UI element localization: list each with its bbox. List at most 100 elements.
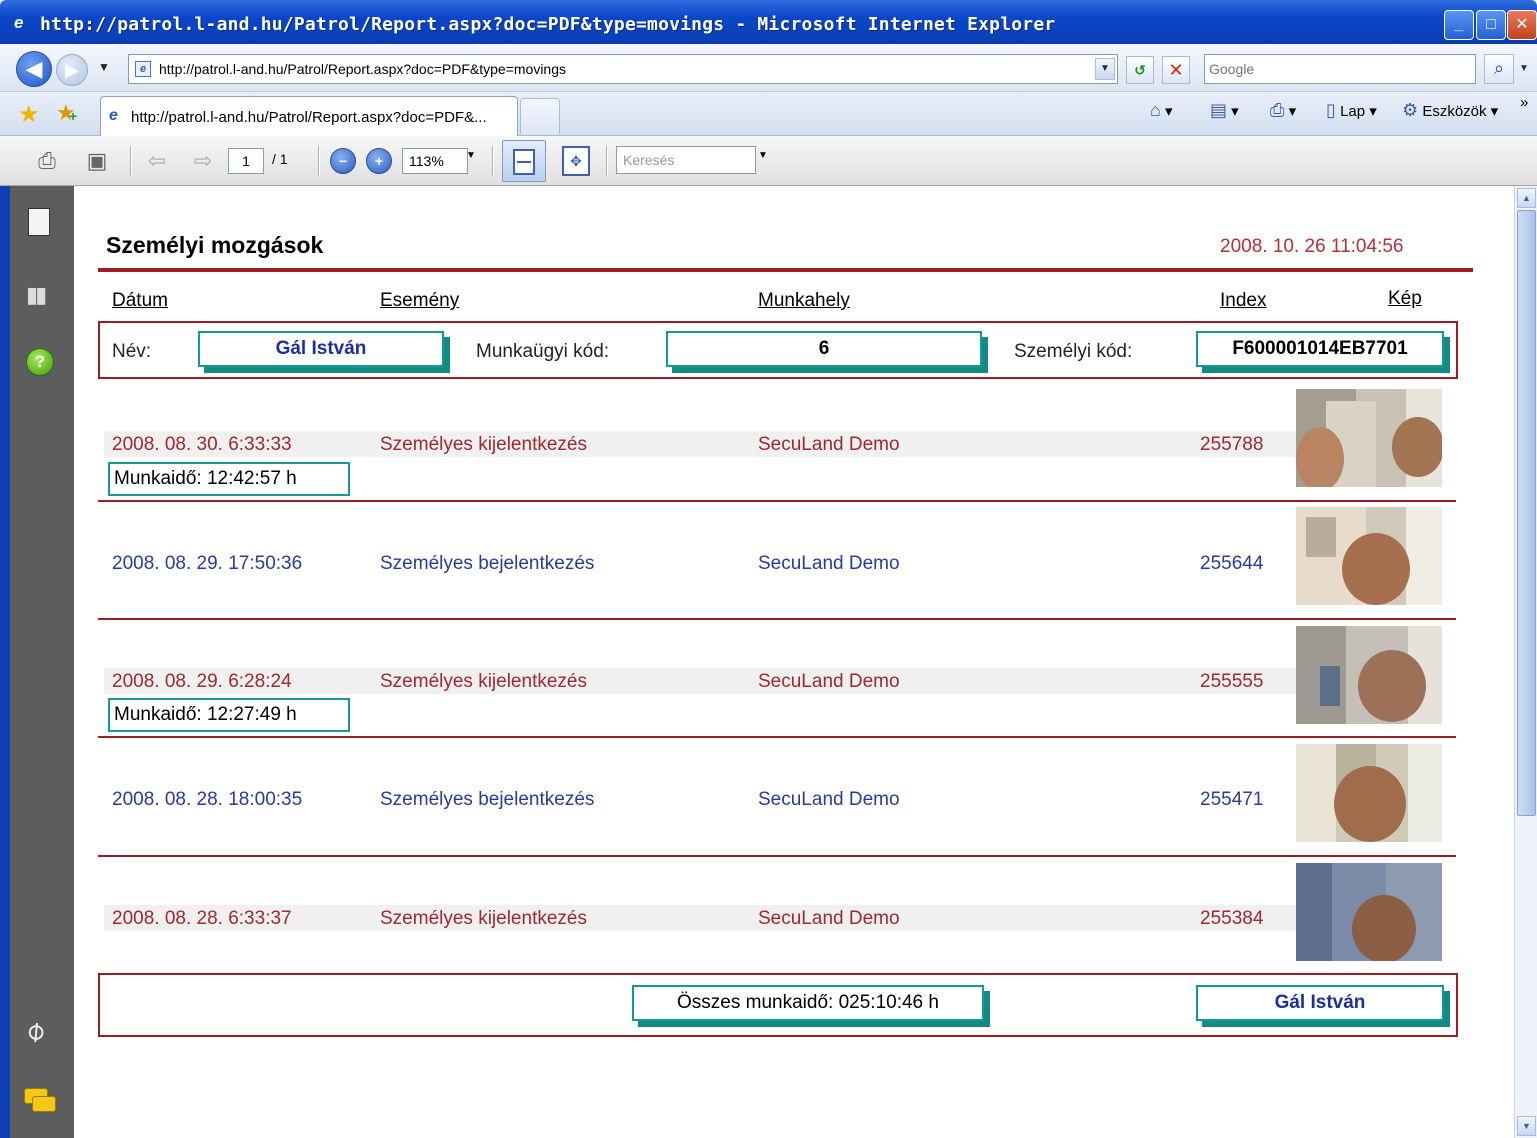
column-header-index: Index (1220, 290, 1267, 311)
pdf-print-icon[interactable]: ⎙ (30, 144, 64, 178)
ie-logo-icon: e (14, 13, 24, 32)
row-workplace: SecuLand Demo (758, 434, 900, 455)
url-dropdown-icon[interactable]: ▼ (1095, 58, 1115, 80)
minimize-button[interactable]: _ (1444, 10, 1474, 40)
find-input[interactable]: Keresés (616, 146, 756, 174)
row-photo[interactable] (1296, 626, 1442, 724)
toolbar-separator (492, 146, 494, 176)
fit-width-icon[interactable]: ✥ (562, 146, 590, 176)
history-dropdown-icon[interactable]: ▼ (98, 60, 110, 74)
page-number-input[interactable]: 1 (228, 148, 264, 174)
gear-icon: ⚙ (1402, 100, 1419, 120)
tools-menu-label: Eszközök (1422, 103, 1487, 120)
close-button[interactable]: ✕ (1507, 10, 1537, 40)
find-dropdown-icon[interactable]: ▼ (758, 150, 768, 161)
page-menu-button[interactable]: ▯ Lap ▾ (1326, 100, 1377, 121)
search-input[interactable] (1209, 59, 1469, 79)
title-divider (98, 268, 1473, 272)
feed-icon: ▤ (1210, 100, 1228, 120)
page-icon: ▯ (1326, 100, 1336, 120)
vertical-scrollbar[interactable]: ▲ ▼ (1514, 186, 1537, 1138)
row-event: Személyes kijelentkezés (380, 434, 587, 455)
previous-page-icon[interactable]: ⇦ (140, 144, 174, 178)
person-photo-image (1296, 863, 1442, 961)
tab-bar: ★ ★ + e http://patrol.l-and.hu/Patrol/Rep… (0, 92, 1537, 136)
stop-button[interactable]: ✕ (1162, 56, 1190, 84)
tab-report[interactable]: e http://patrol.l-and.hu/Patrol/Report.a… (100, 96, 518, 136)
pages-panel-icon[interactable] (28, 204, 56, 236)
column-header-image: Kép (1388, 288, 1422, 309)
scroll-thumb[interactable] (1517, 210, 1536, 816)
workcode-value: 6 (666, 331, 982, 367)
forward-button[interactable]: ▶ (56, 54, 88, 86)
row-divider (98, 618, 1456, 620)
row-photo[interactable] (1296, 863, 1442, 961)
scroll-down-icon[interactable]: ▼ (1517, 1116, 1536, 1136)
row-divider (98, 736, 1456, 738)
search-field-container (1204, 54, 1476, 84)
maximize-button[interactable]: □ (1476, 10, 1506, 40)
binoculars-icon[interactable]: ▮▮ (26, 282, 47, 308)
window-title: http://patrol.l-and.hu/Patrol/Report.asp… (40, 14, 1056, 35)
total-worktime: Összes munkaidő: 025:10:46 h (632, 985, 984, 1021)
print-button[interactable]: ⎙ ▾ (1270, 100, 1296, 121)
row-index: 255471 (1200, 789, 1264, 810)
column-header-workplace: Munkahely (758, 290, 850, 311)
tools-menu-button[interactable]: ⚙ Eszközök ▾ (1402, 100, 1498, 121)
feeds-button[interactable]: ▤ ▾ (1210, 100, 1239, 121)
scroll-up-icon[interactable]: ▲ (1517, 188, 1536, 208)
row-photo[interactable] (1296, 507, 1442, 605)
row-divider (98, 500, 1456, 502)
back-button[interactable]: ◀ (16, 51, 52, 87)
toolbar-separator (130, 146, 132, 176)
person-name: Gál István (198, 331, 444, 367)
row-workplace: SecuLand Demo (758, 789, 900, 810)
add-favorite-icon[interactable]: ★ + (56, 100, 77, 126)
row-event: Személyes bejelentkezés (380, 553, 595, 574)
person-photo-image (1296, 507, 1442, 605)
zoom-dropdown-icon[interactable]: ▼ (466, 150, 476, 161)
column-header-event: Esemény (380, 290, 460, 311)
window-title-bar[interactable]: e http://patrol.l-and.hu/Patrol/Report.a… (0, 0, 1537, 44)
personal-code-label: Személyi kód: (1014, 341, 1133, 362)
new-tab-button[interactable] (520, 98, 560, 134)
row-workplace: SecuLand Demo (758, 553, 900, 574)
row-workplace: SecuLand Demo (758, 908, 900, 929)
more-commands-button[interactable]: » (1520, 94, 1528, 111)
row-event: Személyes kijelentkezés (380, 908, 587, 929)
row-photo[interactable] (1296, 744, 1442, 842)
comments-icon[interactable] (24, 1088, 58, 1112)
person-info-box: Név: Gál István Munkaügyi kód: 6 Személy… (98, 321, 1458, 379)
person-photo-image (1296, 744, 1442, 842)
search-icon[interactable]: ⌕ (1484, 54, 1514, 84)
row-workplace: SecuLand Demo (758, 671, 900, 692)
pdf-save-icon[interactable]: ▣ (80, 144, 114, 178)
page-total: / 1 (272, 151, 288, 167)
help-icon[interactable]: ? (26, 348, 54, 376)
row-photo[interactable] (1296, 389, 1442, 487)
toolbar-separator (318, 146, 320, 176)
favorites-star-icon[interactable]: ★ (18, 100, 40, 129)
zoom-level-input[interactable]: 113% (402, 148, 468, 174)
refresh-button[interactable]: ↺ (1126, 56, 1154, 84)
next-page-icon[interactable]: ⇨ (186, 144, 220, 178)
url-input[interactable] (159, 59, 1089, 79)
printer-icon: ⎙ (1270, 100, 1285, 120)
page-menu-label: Lap (1340, 103, 1366, 120)
report-title: Személyi mozgások (106, 232, 324, 258)
row-event: Személyes kijelentkezés (380, 671, 587, 692)
person-photo-image (1296, 626, 1442, 724)
fit-page-icon (513, 149, 535, 175)
attachment-icon[interactable]: ⌀ (17, 1012, 51, 1048)
fit-page-button[interactable] (502, 140, 546, 182)
page-icon: e (135, 61, 151, 77)
row-worktime: Munkaidő: 12:27:49 h (108, 698, 350, 732)
zoom-out-icon[interactable]: − (330, 148, 356, 174)
address-bar: ◀ ▶ ▼ e ▼ ↺ ✕ ⌕ ▼ (0, 44, 1537, 92)
home-button[interactable]: ⌂ ▾ (1150, 100, 1173, 121)
zoom-in-icon[interactable]: + (366, 148, 392, 174)
row-date: 2008. 08. 28. 18:00:35 (112, 789, 303, 810)
row-date: 2008. 08. 28. 6:33:37 (112, 908, 292, 929)
row-index: 255644 (1200, 553, 1264, 574)
search-options-dropdown-icon[interactable]: ▼ (1516, 56, 1532, 82)
